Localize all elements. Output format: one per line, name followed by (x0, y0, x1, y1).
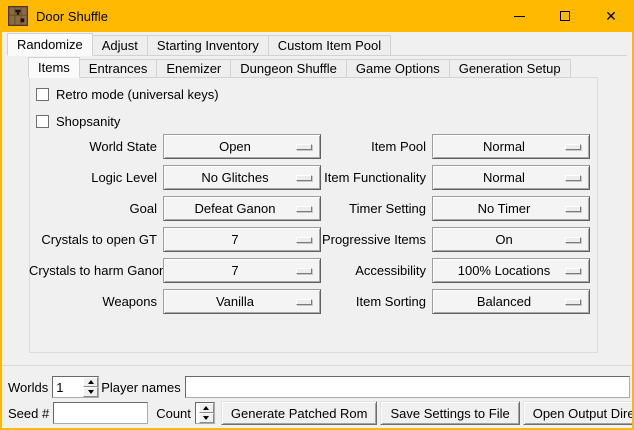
accessibility-dropdown[interactable]: 100% Locations (432, 258, 590, 283)
close-button[interactable]: ✕ (588, 0, 634, 32)
item-pool-value: Normal (483, 139, 539, 154)
arrow-down-icon (88, 390, 94, 394)
crystals-ganon-value: 7 (231, 263, 252, 278)
arrow-down-icon (203, 416, 209, 420)
timer-setting-row: Timer Setting No Timer (260, 193, 590, 224)
world-state-value: Open (219, 139, 265, 154)
inner-tab-bar: Items Entrances Enemizer Dungeon Shuffle… (28, 57, 571, 78)
item-sorting-row: Item Sorting Balanced (260, 286, 590, 317)
tab-starting-inventory[interactable]: Starting Inventory (147, 35, 269, 56)
dropdown-indicator-icon (565, 237, 581, 243)
seed-label: Seed # (6, 406, 53, 421)
worlds-input[interactable] (53, 377, 83, 397)
count-label: Count (154, 406, 195, 421)
retro-mode-label: Retro mode (universal keys) (56, 87, 219, 102)
close-icon: ✕ (605, 9, 617, 23)
door-icon (8, 6, 28, 26)
retro-mode-checkbox[interactable] (36, 88, 49, 101)
crystals-gt-value: 7 (231, 232, 252, 247)
timer-setting-label: Timer Setting (260, 201, 432, 216)
worlds-label: Worlds (6, 380, 52, 395)
dropdown-indicator-icon (565, 268, 581, 274)
tab-randomize[interactable]: Randomize (7, 33, 93, 56)
item-sorting-dropdown[interactable]: Balanced (432, 289, 590, 314)
tab-enemizer[interactable]: Enemizer (156, 59, 231, 78)
worlds-spin-up-button[interactable] (83, 377, 98, 387)
shopsanity-checkbox[interactable] (36, 115, 49, 128)
timer-setting-dropdown[interactable]: No Timer (432, 196, 590, 221)
arrow-up-icon (88, 380, 94, 384)
count-spin-up-button[interactable] (199, 403, 214, 413)
titlebar[interactable]: Door Shuffle ✕ (0, 0, 634, 32)
timer-setting-value: No Timer (478, 201, 545, 216)
dropdown-indicator-icon (565, 144, 581, 150)
progressive-items-row: Progressive Items On (260, 224, 590, 255)
window-border (0, 0, 2, 430)
tab-adjust[interactable]: Adjust (92, 35, 148, 56)
item-functionality-row: Item Functionality Normal (260, 162, 590, 193)
dropdown-indicator-icon (565, 175, 581, 181)
item-functionality-label: Item Functionality (260, 170, 432, 185)
worlds-spin-down-button[interactable] (83, 387, 98, 397)
worlds-spinbox (52, 376, 99, 398)
tab-custom-item-pool[interactable]: Custom Item Pool (268, 35, 391, 56)
count-spinbox (195, 402, 215, 424)
item-pool-row: Item Pool Normal (260, 131, 590, 162)
accessibility-label: Accessibility (260, 263, 432, 278)
dropdown-indicator-icon (565, 206, 581, 212)
tab-items[interactable]: Items (28, 57, 80, 78)
progressive-items-label: Progressive Items (260, 232, 432, 247)
minimize-button[interactable] (496, 0, 542, 32)
options-column-right: Item Pool Normal Item Functionality Norm… (260, 131, 590, 317)
progressive-items-dropdown[interactable]: On (432, 227, 590, 252)
generate-patched-rom-button[interactable]: Generate Patched Rom (221, 401, 378, 425)
tab-entrances[interactable]: Entrances (79, 59, 158, 78)
weapons-label: Weapons (29, 294, 163, 309)
maximize-button[interactable] (542, 0, 588, 32)
world-state-label: World State (29, 139, 163, 154)
outer-tab-bar: Randomize Adjust Starting Inventory Cust… (7, 33, 391, 56)
save-settings-button[interactable]: Save Settings to File (380, 401, 519, 425)
seed-row: Seed # Count Generate Patched Rom Save S… (6, 401, 630, 425)
accessibility-row: Accessibility 100% Locations (260, 255, 590, 286)
item-functionality-value: Normal (483, 170, 539, 185)
crystals-gt-label: Crystals to open GT (29, 232, 163, 247)
progressive-items-value: On (495, 232, 526, 247)
tab-generation-setup[interactable]: Generation Setup (449, 59, 571, 78)
player-names-input[interactable] (185, 376, 630, 398)
dropdown-indicator-icon (565, 299, 581, 305)
tab-dungeon-shuffle[interactable]: Dungeon Shuffle (230, 59, 347, 78)
item-functionality-dropdown[interactable]: Normal (432, 165, 590, 190)
worlds-row: Worlds Player names (6, 375, 630, 399)
tab-game-options[interactable]: Game Options (346, 59, 450, 78)
shopsanity-label: Shopsanity (56, 114, 120, 129)
maximize-icon (560, 11, 570, 21)
player-names-label: Player names (99, 380, 184, 395)
seed-input[interactable] (53, 402, 148, 424)
item-sorting-value: Balanced (477, 294, 545, 309)
count-spin-down-button[interactable] (199, 413, 214, 423)
item-sorting-label: Item Sorting (260, 294, 432, 309)
shopsanity-row: Shopsanity (36, 114, 120, 129)
retro-mode-row: Retro mode (universal keys) (36, 87, 219, 102)
item-pool-label: Item Pool (260, 139, 432, 154)
goal-label: Goal (29, 201, 163, 216)
window-title: Door Shuffle (36, 9, 108, 24)
crystals-ganon-label: Crystals to harm Ganon (29, 263, 163, 278)
arrow-up-icon (203, 406, 209, 410)
open-output-directory-button[interactable]: Open Output Directory (523, 401, 634, 425)
bottom-separator (2, 365, 632, 366)
item-pool-dropdown[interactable]: Normal (432, 134, 590, 159)
minimize-icon (514, 16, 525, 17)
logic-level-label: Logic Level (29, 170, 163, 185)
accessibility-value: 100% Locations (458, 263, 565, 278)
door-shuffle-window: Door Shuffle ✕ Randomize Adjust Starting… (0, 0, 634, 430)
